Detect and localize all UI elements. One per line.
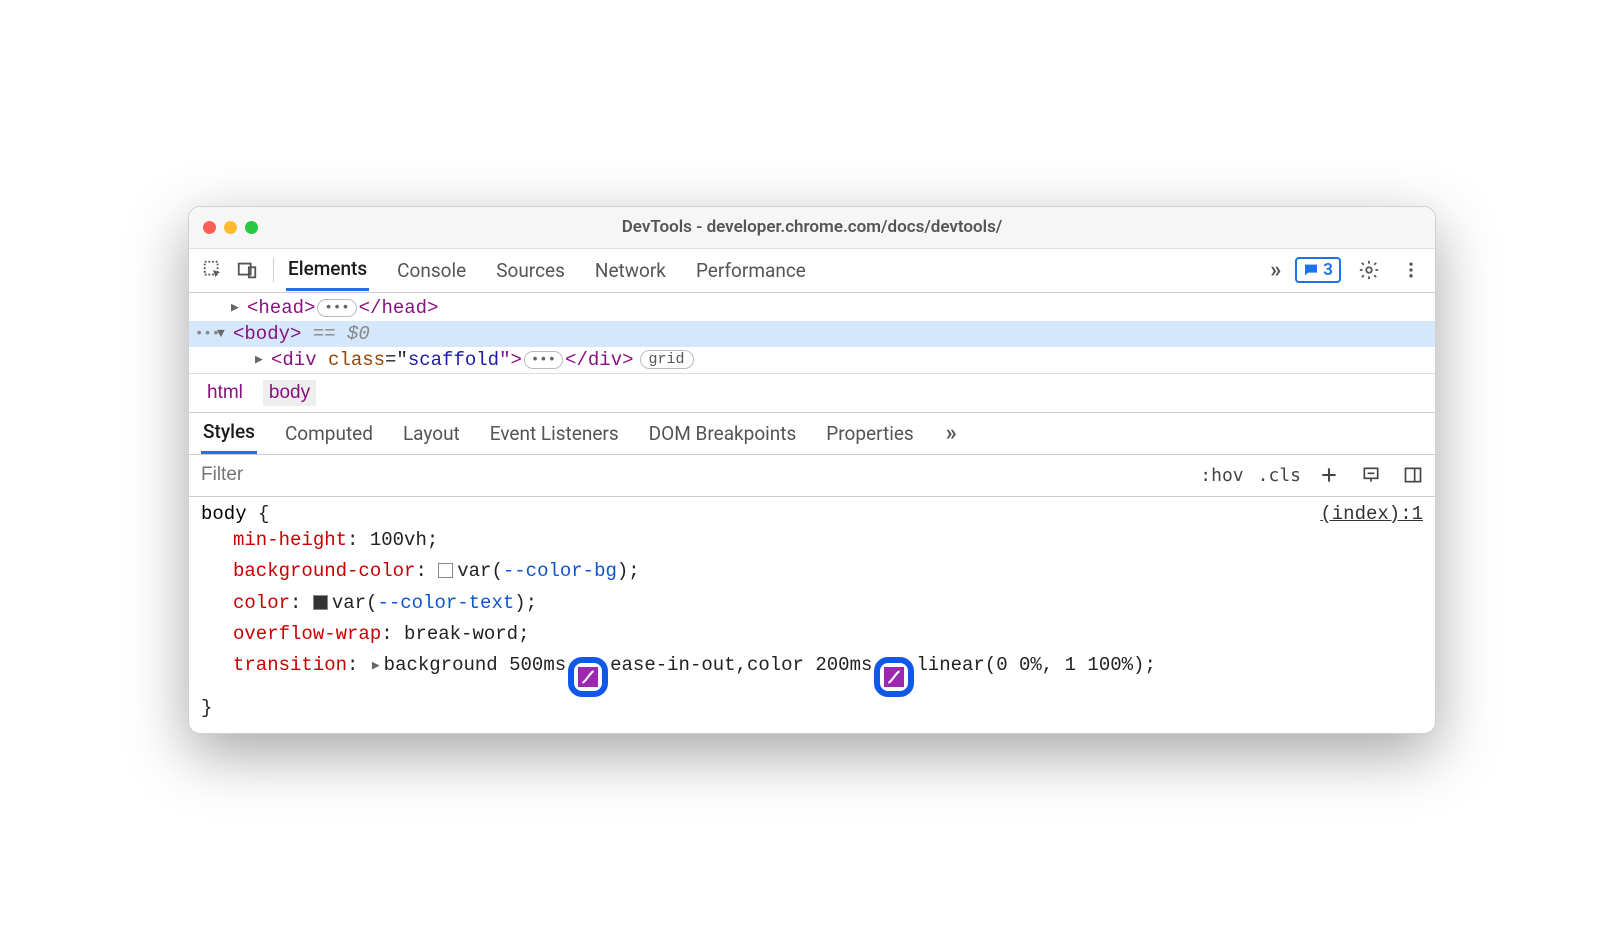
device-toolbar-icon[interactable] bbox=[233, 256, 261, 284]
issues-count: 3 bbox=[1323, 260, 1333, 280]
subtab-computed[interactable]: Computed bbox=[283, 414, 375, 453]
more-subtabs-icon[interactable]: » bbox=[946, 421, 957, 446]
issues-badge[interactable]: 3 bbox=[1295, 257, 1341, 283]
tab-elements[interactable]: Elements bbox=[286, 249, 369, 291]
minimize-window-button[interactable] bbox=[224, 221, 237, 234]
window-controls bbox=[203, 221, 258, 234]
panel-tabs: Elements Console Sources Network Perform… bbox=[286, 249, 808, 291]
toolbar-right: » 3 bbox=[1270, 256, 1425, 284]
decl-color[interactable]: color: var(--color-text); bbox=[201, 588, 1423, 619]
subtab-dom-breakpoints[interactable]: DOM Breakpoints bbox=[647, 414, 799, 453]
decl-background-color[interactable]: background-color: var(--color-bg); bbox=[201, 556, 1423, 587]
more-tabs-icon[interactable]: » bbox=[1270, 258, 1281, 283]
decl-transition[interactable]: transition: ▶background 500msease-in-out… bbox=[201, 650, 1423, 697]
subtab-styles[interactable]: Styles bbox=[201, 412, 257, 454]
expand-icon[interactable]: ▶ bbox=[231, 300, 245, 315]
dom-node-body[interactable]: ••• ▼<body> == $0 bbox=[189, 321, 1435, 347]
tab-performance[interactable]: Performance bbox=[694, 251, 808, 290]
cls-toggle[interactable]: .cls bbox=[1258, 465, 1301, 486]
ellipsis-badge[interactable]: ••• bbox=[524, 351, 563, 369]
breadcrumb: html body bbox=[189, 373, 1435, 413]
titlebar: DevTools - developer.chrome.com/docs/dev… bbox=[189, 207, 1435, 249]
decl-min-height[interactable]: min-height: 100vh; bbox=[201, 525, 1423, 556]
selection-indicator-icon: ••• bbox=[195, 326, 220, 342]
easing-editor-highlight bbox=[874, 657, 914, 697]
tab-network[interactable]: Network bbox=[593, 251, 668, 290]
new-style-rule-icon[interactable] bbox=[1315, 461, 1343, 489]
breadcrumb-body[interactable]: body bbox=[263, 380, 316, 406]
inspect-element-icon[interactable] bbox=[199, 256, 227, 284]
tab-console[interactable]: Console bbox=[395, 251, 468, 290]
color-swatch-icon[interactable] bbox=[313, 595, 328, 610]
hover-toggle[interactable]: :hov bbox=[1200, 465, 1243, 486]
styles-subtabs: Styles Computed Layout Event Listeners D… bbox=[189, 413, 1435, 455]
expand-icon[interactable]: ▶ bbox=[372, 655, 380, 676]
subtab-layout[interactable]: Layout bbox=[401, 414, 462, 453]
source-link[interactable]: (index):1 bbox=[1320, 503, 1423, 525]
ellipsis-badge[interactable]: ••• bbox=[317, 299, 356, 317]
dom-tree[interactable]: ▶<head>•••</head> ••• ▼<body> == $0 ▶<di… bbox=[189, 293, 1435, 373]
devtools-window: DevTools - developer.chrome.com/docs/dev… bbox=[188, 206, 1436, 734]
main-toolbar: Elements Console Sources Network Perform… bbox=[189, 249, 1435, 293]
toggle-sidebar-icon[interactable] bbox=[1399, 461, 1427, 489]
styles-rule[interactable]: body { (index):1 min-height: 100vh; back… bbox=[189, 497, 1435, 733]
settings-icon[interactable] bbox=[1355, 256, 1383, 284]
subtab-properties[interactable]: Properties bbox=[824, 414, 915, 453]
easing-swatch-icon[interactable] bbox=[884, 667, 904, 687]
separator bbox=[273, 258, 274, 282]
tab-sources[interactable]: Sources bbox=[494, 251, 567, 290]
subtab-event-listeners[interactable]: Event Listeners bbox=[488, 414, 621, 453]
rule-selector[interactable]: body { bbox=[201, 503, 269, 525]
decl-overflow-wrap[interactable]: overflow-wrap: break-word; bbox=[201, 619, 1423, 650]
easing-swatch-icon[interactable] bbox=[578, 667, 598, 687]
color-swatch-icon[interactable] bbox=[438, 563, 453, 578]
rule-close-brace: } bbox=[201, 697, 1423, 719]
expand-icon[interactable]: ▶ bbox=[255, 352, 269, 367]
maximize-window-button[interactable] bbox=[245, 221, 258, 234]
breadcrumb-html[interactable]: html bbox=[201, 380, 249, 406]
rule-header: body { (index):1 bbox=[201, 503, 1423, 525]
dom-node-head[interactable]: ▶<head>•••</head> bbox=[189, 295, 1435, 321]
filter-input[interactable] bbox=[201, 464, 1186, 486]
grid-badge[interactable]: grid bbox=[640, 350, 694, 369]
dom-node-div-scaffold[interactable]: ▶<div class="scaffold">•••</div>grid bbox=[189, 347, 1435, 373]
more-menu-icon[interactable] bbox=[1397, 256, 1425, 284]
styles-filter-row: :hov .cls bbox=[189, 455, 1435, 497]
close-window-button[interactable] bbox=[203, 221, 216, 234]
easing-editor-highlight bbox=[568, 657, 608, 697]
chat-icon bbox=[1303, 262, 1319, 278]
window-title: DevTools - developer.chrome.com/docs/dev… bbox=[205, 217, 1419, 237]
computed-styles-icon[interactable] bbox=[1357, 461, 1385, 489]
